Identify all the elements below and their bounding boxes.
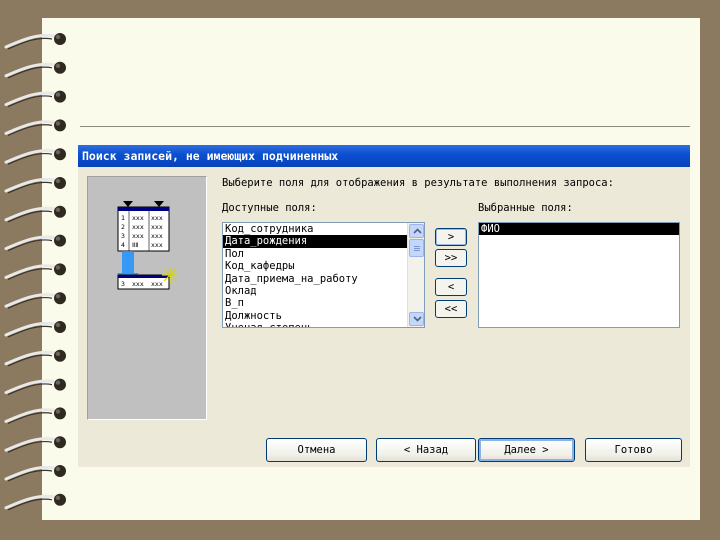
illus-result-row: 3 — [121, 280, 125, 288]
available-field-item[interactable]: Дата_рождения — [223, 235, 424, 248]
available-fields-list[interactable]: Код_сотрудника Дата_рождения Пол Код_кафедр… — [222, 222, 425, 328]
binding-ring — [4, 177, 66, 194]
scroll-down-button[interactable] — [409, 312, 424, 326]
binding-ring — [4, 90, 66, 108]
slide-divider — [80, 126, 690, 127]
add-all-fields-button[interactable]: >> — [435, 249, 467, 267]
illus-cell: ххх — [151, 241, 163, 249]
dialog-title: Поиск записей, не имеющих подчиненных — [78, 145, 690, 167]
available-fields-label: Доступные поля: — [222, 202, 317, 214]
selected-fields-label: Выбранные поля: — [478, 202, 573, 214]
illus-cell: ⅡⅡ — [132, 241, 138, 249]
illus-cell: ххх — [151, 232, 163, 240]
illus-row-number: 3 — [121, 232, 125, 240]
illus-cell: ххх — [151, 280, 163, 288]
available-field-item[interactable]: В_п — [223, 297, 424, 309]
illus-row-number: 1 — [121, 214, 125, 222]
illus-cell: ххх — [151, 214, 163, 222]
illus-cell: ххх — [151, 223, 163, 231]
binding-ring — [4, 465, 66, 482]
binding-ring — [4, 234, 66, 252]
binding-ring — [4, 436, 66, 453]
binding-ring — [4, 321, 66, 338]
available-field-item[interactable]: Оклад — [223, 285, 424, 297]
illus-row-number: 4 — [121, 241, 125, 249]
available-field-item[interactable]: Должность — [223, 310, 424, 322]
illus-cell: ххх — [132, 214, 144, 222]
illus-cell: ххх — [132, 223, 144, 231]
query-wizard-dialog: Поиск записей, не имеющих подчиненных 1 … — [78, 145, 690, 467]
wizard-illustration: 1 2 3 4 ххх ххх ххх ххх ххх ххх ⅡⅡ ххх 3… — [87, 176, 207, 420]
binding-ring — [4, 493, 66, 511]
chevron-down-icon — [413, 316, 422, 322]
available-fields-scrollbar[interactable] — [407, 223, 424, 327]
cancel-button[interactable]: Отмена — [266, 438, 367, 462]
instruction-text: Выберите поля для отображения в результа… — [222, 177, 614, 189]
available-field-item[interactable]: Код_сотрудника — [223, 223, 424, 235]
next-button[interactable]: Далее > — [478, 438, 575, 462]
available-field-item[interactable]: Пол — [223, 248, 424, 260]
binding-ring — [4, 148, 66, 165]
binding-ring — [4, 33, 66, 50]
binding-ring — [4, 407, 66, 424]
available-field-item[interactable]: Дата_приема_на_работу — [223, 273, 424, 285]
remove-field-button[interactable]: < — [435, 278, 467, 296]
remove-all-fields-button[interactable]: << — [435, 300, 467, 318]
scroll-thumb[interactable] — [409, 239, 424, 257]
available-field-item[interactable]: Ученая степень — [223, 322, 424, 327]
selected-fields-list[interactable]: ФИО — [478, 222, 680, 328]
available-field-item[interactable]: Код_кафедры — [223, 260, 424, 272]
finish-button[interactable]: Готово — [585, 438, 682, 462]
binding-ring — [4, 349, 66, 367]
binding-ring — [4, 378, 66, 396]
sparkle-icon — [162, 267, 178, 283]
scroll-up-button[interactable] — [409, 224, 424, 238]
illus-row-number: 2 — [121, 223, 125, 231]
binding-ring — [4, 205, 66, 223]
add-field-button[interactable]: > — [435, 228, 467, 246]
column-marker-icon — [123, 201, 133, 207]
back-button[interactable]: < Назад — [376, 438, 476, 462]
binding-ring — [4, 61, 66, 79]
selected-field-item[interactable]: ФИО — [479, 223, 679, 236]
illus-cell: ххх — [132, 280, 144, 288]
binding-ring — [4, 292, 66, 309]
binding-ring — [4, 263, 66, 280]
illus-cell: ххх — [132, 232, 144, 240]
spiral-binding — [4, 33, 66, 511]
binding-ring — [4, 119, 66, 136]
column-marker-icon — [154, 201, 164, 207]
chevron-up-icon — [413, 228, 422, 234]
